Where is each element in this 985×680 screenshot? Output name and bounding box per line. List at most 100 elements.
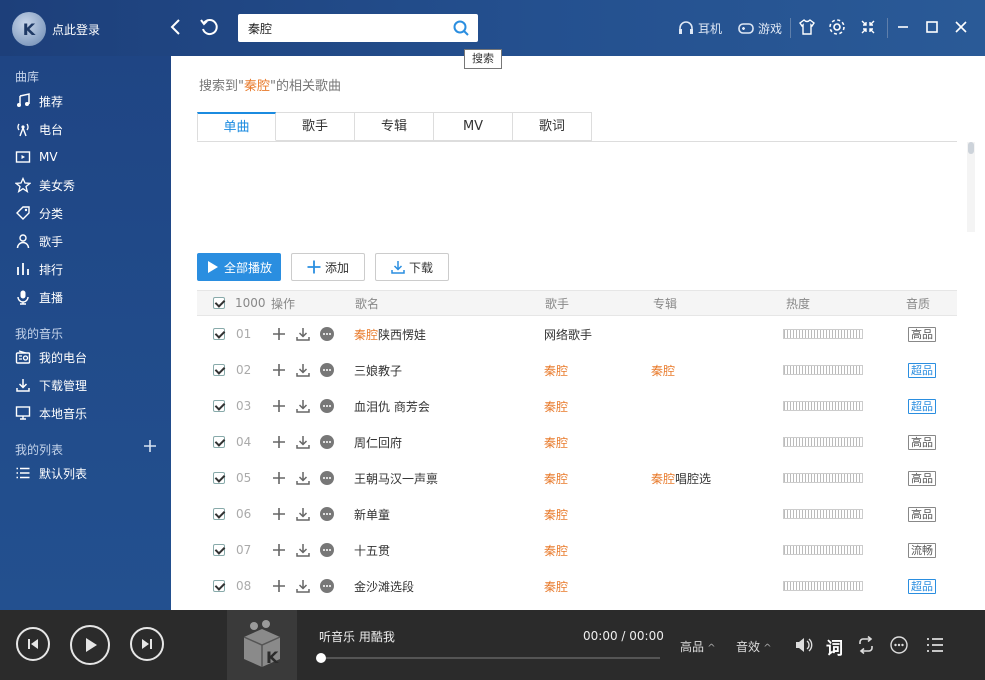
tab-artists[interactable]: 歌手 — [276, 112, 355, 141]
scrollbar[interactable] — [967, 142, 975, 232]
quality-selector[interactable]: 高品 ^ — [680, 638, 716, 655]
song-title[interactable]: 十五贯 — [354, 532, 390, 568]
table-row[interactable]: 07 十五贯 秦腔 流畅 — [197, 532, 957, 568]
select-all-checkbox[interactable] — [213, 297, 225, 309]
volume-icon[interactable] — [793, 635, 813, 655]
quality-badge[interactable]: 高品 — [908, 506, 936, 522]
add-playlist-button[interactable] — [143, 439, 157, 457]
add-icon[interactable] — [271, 326, 287, 342]
games-button[interactable]: 游戏 — [737, 18, 782, 38]
more-icon[interactable] — [319, 470, 335, 486]
kuwo-logo-icon[interactable]: K — [12, 12, 46, 46]
artist-name[interactable]: 秦腔 — [544, 568, 568, 604]
artist-name[interactable]: 秦腔 — [544, 424, 568, 460]
refresh-button[interactable] — [198, 16, 220, 38]
artist-name[interactable]: 秦腔 — [544, 352, 568, 388]
headphones-button[interactable]: 耳机 — [677, 18, 722, 38]
tab-albums[interactable]: 专辑 — [355, 112, 434, 141]
add-icon[interactable] — [271, 362, 287, 378]
login-link[interactable]: 点此登录 — [52, 21, 100, 38]
close-button[interactable] — [951, 17, 971, 37]
scrollbar-thumb[interactable] — [968, 142, 974, 154]
row-checkbox[interactable] — [213, 328, 225, 340]
lyrics-button[interactable]: 词 — [826, 634, 843, 659]
back-button[interactable] — [165, 16, 187, 38]
progress-bar[interactable] — [320, 657, 660, 659]
table-row[interactable]: 06 新单童 秦腔 高品 — [197, 496, 957, 532]
more-icon[interactable] — [319, 326, 335, 342]
more-icon[interactable] — [319, 362, 335, 378]
quality-badge[interactable]: 高品 — [908, 326, 936, 342]
tab-mv[interactable]: MV — [434, 112, 513, 141]
search-input[interactable] — [248, 14, 448, 42]
song-title[interactable]: 血泪仇 商芳会 — [354, 388, 430, 424]
header-album[interactable]: 专辑 — [653, 291, 677, 315]
quality-badge[interactable]: 高品 — [908, 434, 936, 450]
table-row[interactable]: 08 金沙滩选段 秦腔 超品 — [197, 568, 957, 604]
header-song[interactable]: 歌名 — [355, 291, 379, 315]
sidebar-item-recommend[interactable]: 推荐 — [15, 90, 165, 112]
table-row[interactable]: 05 王朝马汉一声禀 秦腔 秦腔 唱腔选 高品 — [197, 460, 957, 496]
add-button[interactable]: 添加 — [291, 253, 365, 281]
row-checkbox[interactable] — [213, 544, 225, 556]
progress-knob[interactable] — [316, 653, 326, 663]
song-title[interactable]: 秦腔 陕西愣娃 — [354, 316, 426, 352]
sound-effects-selector[interactable]: 音效 ^ — [736, 638, 772, 655]
sidebar-item-local-music[interactable]: 本地音乐 — [15, 402, 165, 424]
settings-button[interactable] — [827, 17, 847, 37]
add-icon[interactable] — [271, 470, 287, 486]
artist-name[interactable]: 秦腔 — [544, 532, 568, 568]
mini-mode-button[interactable] — [858, 17, 878, 37]
artist-name[interactable]: 秦腔 — [544, 496, 568, 532]
sidebar-item-live[interactable]: 直播 — [15, 286, 165, 308]
album-cover[interactable]: K — [227, 610, 297, 680]
download-icon[interactable] — [295, 362, 311, 378]
row-checkbox[interactable] — [213, 580, 225, 592]
row-checkbox[interactable] — [213, 472, 225, 484]
song-title[interactable]: 三娘教子 — [354, 352, 402, 388]
row-checkbox[interactable] — [213, 400, 225, 412]
header-quality[interactable]: 音质 — [906, 291, 930, 315]
download-icon[interactable] — [295, 398, 311, 414]
table-row[interactable]: 03 血泪仇 商芳会 秦腔 超品 — [197, 388, 957, 424]
table-row[interactable]: 02 三娘教子 秦腔 秦腔 超品 — [197, 352, 957, 388]
add-icon[interactable] — [271, 506, 287, 522]
more-icon[interactable] — [319, 506, 335, 522]
quality-badge[interactable]: 超品 — [908, 398, 936, 414]
play-all-button[interactable]: 全部播放 — [197, 253, 281, 281]
more-icon[interactable] — [319, 542, 335, 558]
download-button[interactable]: 下载 — [375, 253, 449, 281]
sidebar-item-my-radio[interactable]: 我的电台 — [15, 346, 165, 368]
album-name[interactable]: 秦腔 — [651, 352, 675, 388]
row-checkbox[interactable] — [213, 364, 225, 376]
sidebar-item-radio[interactable]: 电台 — [15, 118, 165, 140]
header-artist[interactable]: 歌手 — [545, 291, 569, 315]
more-icon[interactable] — [319, 578, 335, 594]
sidebar-item-ranking[interactable]: 排行 — [15, 258, 165, 280]
playlist-icon[interactable] — [925, 635, 945, 655]
album-name[interactable]: 秦腔 唱腔选 — [651, 460, 711, 496]
song-title[interactable]: 王朝马汉一声禀 — [354, 460, 438, 496]
next-button[interactable] — [130, 627, 164, 661]
add-icon[interactable] — [271, 542, 287, 558]
row-checkbox[interactable] — [213, 436, 225, 448]
artist-name[interactable]: 网络歌手 — [544, 316, 592, 352]
skin-button[interactable] — [797, 17, 817, 37]
tab-songs[interactable]: 单曲 — [197, 112, 276, 141]
sidebar-item-default-playlist[interactable]: 默认列表 — [15, 462, 165, 484]
more-icon[interactable] — [889, 635, 909, 655]
quality-badge[interactable]: 流畅 — [908, 542, 936, 558]
minimize-button[interactable] — [893, 17, 913, 37]
more-icon[interactable] — [319, 398, 335, 414]
table-row[interactable]: 04 周仁回府 秦腔 高品 — [197, 424, 957, 460]
quality-badge[interactable]: 高品 — [908, 470, 936, 486]
song-title[interactable]: 金沙滩选段 — [354, 568, 414, 604]
download-icon[interactable] — [295, 326, 311, 342]
sidebar-item-mv[interactable]: MV — [15, 146, 165, 168]
download-icon[interactable] — [295, 542, 311, 558]
header-heat[interactable]: 热度 — [786, 291, 810, 315]
song-title[interactable]: 周仁回府 — [354, 424, 402, 460]
download-icon[interactable] — [295, 434, 311, 450]
sidebar-item-artist[interactable]: 歌手 — [15, 230, 165, 252]
previous-button[interactable] — [16, 627, 50, 661]
